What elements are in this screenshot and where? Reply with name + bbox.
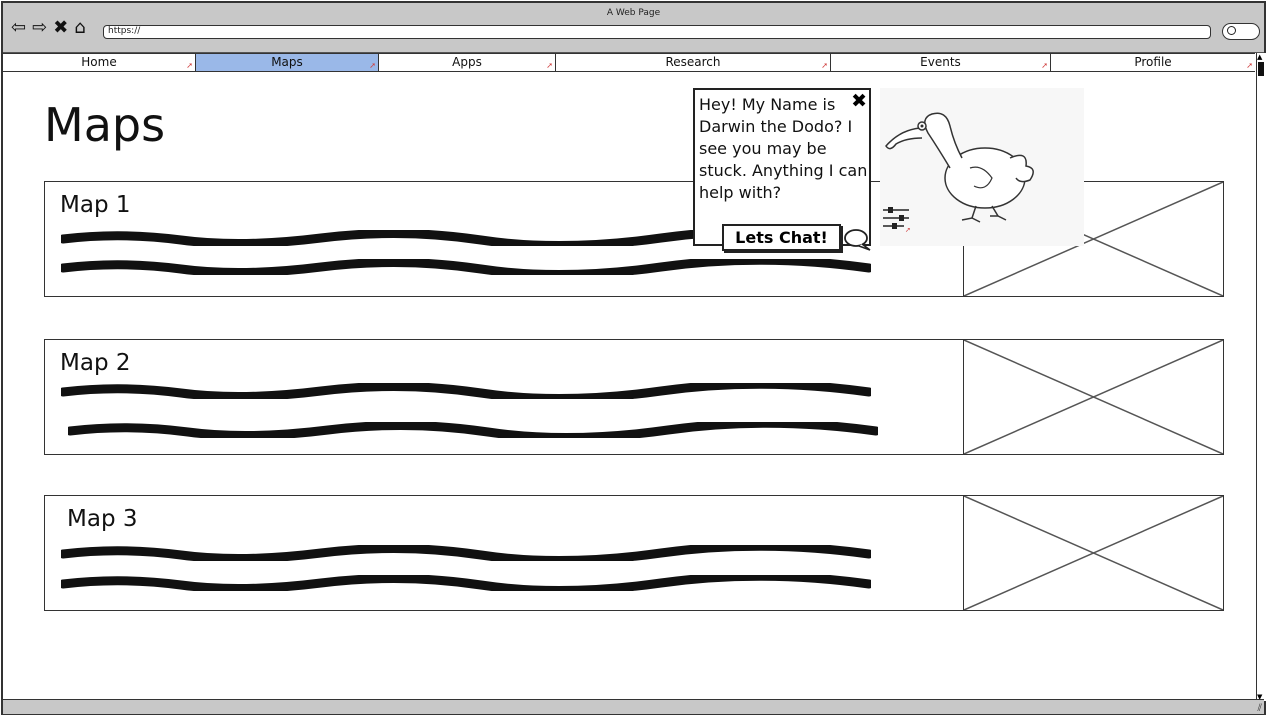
svg-text:➚: ➚: [905, 226, 911, 232]
tab-apps[interactable]: Apps ➚: [379, 54, 556, 71]
map-card[interactable]: Map 2: [44, 339, 1224, 455]
search-button[interactable]: [1222, 23, 1260, 40]
page-title: Maps: [44, 98, 166, 152]
status-bar: ⫽: [3, 699, 1264, 714]
text-placeholder-line: [61, 575, 871, 591]
tab-label: Profile: [1134, 55, 1172, 69]
tab-label: Research: [665, 55, 721, 69]
tab-home[interactable]: Home ➚: [3, 54, 196, 71]
resize-grip-icon[interactable]: ⫽: [1258, 703, 1262, 714]
close-icon[interactable]: ✖: [851, 90, 867, 112]
lets-chat-button[interactable]: Lets Chat!: [722, 224, 841, 251]
text-placeholder-line: [61, 545, 871, 561]
tab-label: Events: [920, 55, 961, 69]
browser-nav: ⇦ ⇨ ✖ ⌂: [11, 19, 86, 37]
main-nav: Home ➚ Maps ➚ Apps ➚ Research ➚ Events ➚ Prof…: [3, 53, 1255, 72]
back-arrow-icon[interactable]: ⇦: [11, 19, 26, 37]
settings-sliders-icon[interactable]: ➚: [882, 206, 912, 232]
home-icon[interactable]: ⌂: [74, 19, 85, 37]
link-marker-icon: ➚: [1041, 61, 1048, 70]
scrollbar-thumb[interactable]: [1258, 62, 1264, 76]
map-card[interactable]: Map 3: [44, 495, 1224, 611]
image-placeholder: [963, 496, 1223, 610]
tab-events[interactable]: Events ➚: [831, 54, 1051, 71]
stop-icon[interactable]: ✖: [53, 19, 68, 37]
image-placeholder-icon: [964, 496, 1223, 610]
tab-label: Home: [81, 55, 117, 69]
assistant-message: Hey! My Name is Darwin the Dodo? I see y…: [699, 95, 868, 202]
scroll-up-icon[interactable]: ▲: [1257, 53, 1262, 61]
window-title: A Web Page: [606, 8, 661, 18]
link-marker-icon: ➚: [1246, 61, 1253, 70]
link-marker-icon: ➚: [546, 61, 553, 70]
address-bar[interactable]: https://: [103, 25, 1211, 39]
tab-maps[interactable]: Maps ➚: [196, 54, 379, 71]
chat-bubble-icon[interactable]: [842, 228, 872, 252]
assistant-popup: Hey! My Name is Darwin the Dodo? I see y…: [693, 88, 871, 246]
text-placeholder-line: [61, 383, 871, 399]
map-title: Map 2: [60, 350, 131, 376]
browser-chrome: A Web Page ⇦ ⇨ ✖ ⌂ https://: [3, 3, 1264, 53]
forward-arrow-icon[interactable]: ⇨: [32, 19, 47, 37]
link-marker-icon: ➚: [369, 61, 376, 70]
tab-research[interactable]: Research ➚: [556, 54, 831, 71]
map-title: Map 3: [67, 506, 138, 532]
image-placeholder-icon: [964, 340, 1223, 454]
vertical-scrollbar[interactable]: ▲ ▼: [1256, 53, 1266, 701]
tab-profile[interactable]: Profile ➚: [1051, 54, 1255, 71]
text-placeholder-line: [68, 422, 878, 438]
tab-label: Maps: [271, 55, 303, 69]
image-placeholder: [963, 340, 1223, 454]
tab-label: Apps: [452, 55, 482, 69]
link-marker-icon: ➚: [186, 61, 193, 70]
search-icon: [1227, 26, 1236, 35]
map-title: Map 1: [60, 192, 131, 218]
link-marker-icon: ➚: [821, 61, 828, 70]
text-placeholder-line: [61, 259, 871, 275]
